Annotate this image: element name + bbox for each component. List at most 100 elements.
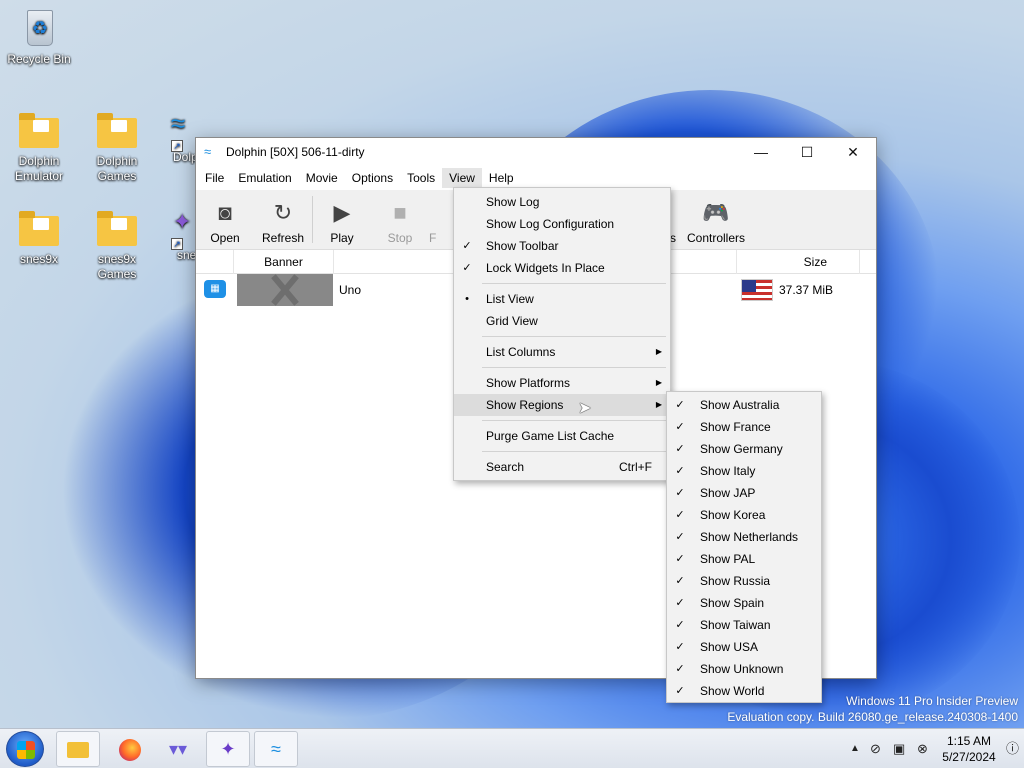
menu-emulation[interactable]: Emulation: [231, 168, 298, 188]
device-icon[interactable]: ▣: [893, 729, 905, 768]
play-button-label: Play: [330, 231, 354, 245]
desktop-icon-dolphin-emulator[interactable]: Dolphin Emulator: [1, 110, 77, 184]
title-bar[interactable]: ≈ Dolphin [50X] 506-11-dirty — ☐ ✕: [196, 138, 876, 166]
mouse-cursor-icon: ➤: [578, 400, 592, 417]
taskbar-app[interactable]: ▾▾: [156, 731, 200, 767]
menu-item-show-germany[interactable]: ✓ Show Germany: [667, 438, 821, 460]
menu-item-show-korea[interactable]: ✓ Show Korea: [667, 504, 821, 526]
notification-icon[interactable]: ⓘ: [1006, 729, 1019, 768]
play-button[interactable]: ▶ Play: [313, 190, 371, 249]
show-hidden-icons-chevron-icon[interactable]: ▲: [850, 729, 860, 768]
controllers-button[interactable]: 🎮 Controllers: [676, 190, 756, 249]
menu-help[interactable]: Help: [482, 168, 521, 188]
menu-item-show-france[interactable]: ✓ Show France: [667, 416, 821, 438]
open-button[interactable]: ◙ Open: [196, 190, 254, 249]
column-banner[interactable]: Banner: [234, 250, 334, 274]
network-status-icon[interactable]: ⊘: [870, 729, 881, 768]
game-title: Uno: [339, 283, 362, 297]
menu-file[interactable]: File: [198, 168, 231, 188]
menu-view[interactable]: View: [442, 168, 482, 188]
dolphin-icon: ≈: [204, 144, 212, 159]
minimize-button[interactable]: —: [738, 138, 784, 166]
menu-item-show-taiwan[interactable]: ✓ Show Taiwan: [667, 614, 821, 636]
desktop-icon-dolphin-games[interactable]: Dolphin Games: [79, 110, 155, 184]
menu-item-show-spain[interactable]: ✓ Show Spain: [667, 592, 821, 614]
menu-item-search[interactable]: Search Ctrl+F: [454, 456, 670, 478]
start-button[interactable]: [6, 731, 44, 767]
clock[interactable]: 1:15 AM 5/27/2024: [934, 733, 1004, 765]
menu-item-list-columns[interactable]: List Columns ▶: [454, 341, 670, 363]
menu-item-show-italy[interactable]: ✓ Show Italy: [667, 460, 821, 482]
menu-movie[interactable]: Movie: [299, 168, 345, 188]
toolbar-button-partial[interactable]: F: [429, 190, 449, 249]
controllers-button-label: Controllers: [686, 231, 746, 245]
checkmark-icon: ✓: [675, 641, 685, 653]
file-explorer-icon: [67, 742, 89, 759]
menu-item-show-unknown[interactable]: ✓ Show Unknown: [667, 658, 821, 680]
checkmark-icon: ✓: [675, 531, 685, 543]
taskbar-dolphin[interactable]: ≈: [254, 731, 298, 767]
menu-tools[interactable]: Tools: [400, 168, 442, 188]
column-platform[interactable]: [196, 250, 234, 274]
clock-date: 5/27/2024: [942, 750, 996, 764]
menu-item-grid-view[interactable]: Grid View: [454, 310, 670, 332]
desktop-icon-label: snes9x Games: [97, 252, 137, 281]
column-size[interactable]: Size: [736, 250, 860, 274]
menu-separator: [482, 367, 666, 368]
maximize-button[interactable]: ☐: [784, 138, 830, 166]
menu-item-show-australia[interactable]: ✓ Show Australia: [667, 394, 821, 416]
refresh-button[interactable]: ↻ Refresh: [254, 190, 312, 249]
toolbar-button-partial-label: F: [429, 231, 437, 245]
taskbar-firefox[interactable]: [108, 731, 152, 767]
checkmark-icon: ✓: [675, 399, 685, 411]
menu-item-show-russia[interactable]: ✓ Show Russia: [667, 570, 821, 592]
checkmark-icon: ✓: [675, 685, 685, 697]
snes9x-icon: ✦: [173, 209, 192, 234]
refresh-button-label: Refresh: [261, 231, 305, 245]
checkmark-icon: ✓: [675, 619, 685, 631]
menu-item-show-world[interactable]: ✓ Show World: [667, 680, 821, 702]
volume-muted-icon[interactable]: ⊗: [917, 729, 928, 768]
radio-dot-icon: •: [465, 293, 469, 305]
desktop-icon-dolphin-shortcut[interactable]: ≈ ↗ Dolp: [157, 110, 195, 165]
snes9x-icon: ✦: [220, 739, 236, 759]
taskbar-snes9x[interactable]: ✦: [206, 731, 250, 767]
menu-item-list-view[interactable]: • List View: [454, 288, 670, 310]
menu-item-lock-widgets[interactable]: ✓ Lock Widgets In Place: [454, 257, 670, 279]
gamepad-icon: 🎮: [702, 200, 730, 225]
menu-item-show-log[interactable]: Show Log: [454, 191, 670, 213]
stop-button[interactable]: ■ Stop: [371, 190, 429, 249]
checkmark-icon: ✓: [675, 663, 685, 675]
menu-item-show-toolbar[interactable]: ✓ Show Toolbar: [454, 235, 670, 257]
desktop-icon-recycle-bin[interactable]: ♻ Recycle Bin: [1, 8, 77, 67]
menu-options[interactable]: Options: [345, 168, 400, 188]
menu-separator: [482, 420, 666, 421]
close-button[interactable]: ✕: [830, 138, 876, 166]
dolphin-icon: ≈: [171, 110, 186, 138]
menu-item-show-usa[interactable]: ✓ Show USA: [667, 636, 821, 658]
windows-logo-icon: [17, 741, 35, 759]
menu-separator: [482, 283, 666, 284]
menu-item-show-pal[interactable]: ✓ Show PAL: [667, 548, 821, 570]
app-icon: ▾▾: [168, 739, 188, 759]
menu-item-show-log-configuration[interactable]: Show Log Configuration: [454, 213, 670, 235]
menu-item-show-jap[interactable]: ✓ Show JAP: [667, 482, 821, 504]
desktop-icon-snes9x-shortcut[interactable]: ✦ ↗ sne: [157, 208, 195, 263]
menu-item-show-netherlands[interactable]: ✓ Show Netherlands: [667, 526, 821, 548]
watermark-line: Windows 11 Pro Insider Preview: [846, 694, 1018, 708]
desktop-icon-snes9x[interactable]: snes9x: [1, 208, 77, 267]
view-menu: Show Log Show Log Configuration ✓ Show T…: [453, 187, 671, 481]
menu-item-show-regions[interactable]: Show Regions ▶: [454, 394, 670, 416]
desktop-icon-label: Dolphin Emulator: [14, 154, 64, 183]
desktop-icon-snes9x-games[interactable]: snes9x Games: [79, 208, 155, 282]
refresh-icon: ↻: [273, 200, 293, 225]
menu-separator: [482, 336, 666, 337]
menu-item-show-platforms[interactable]: Show Platforms ▶: [454, 372, 670, 394]
folder-icon: [97, 113, 137, 148]
taskbar-file-explorer[interactable]: [56, 731, 100, 767]
wii-platform-icon: ▦: [204, 280, 226, 298]
checkmark-icon: ✓: [462, 262, 472, 274]
usa-flag-icon: [741, 279, 773, 301]
menu-item-purge-cache[interactable]: Purge Game List Cache: [454, 425, 670, 447]
dolphin-icon: ≈: [271, 739, 281, 759]
